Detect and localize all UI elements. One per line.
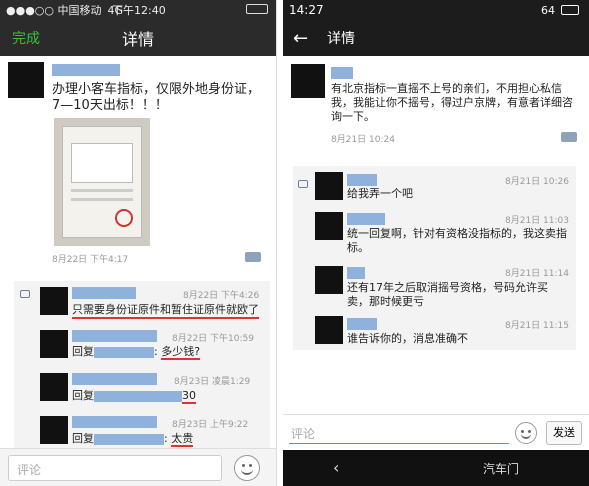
reply-line: 回复: 太贵 <box>72 432 194 447</box>
commenter-name[interactable] <box>72 373 157 385</box>
clock: 14:27 <box>289 3 324 17</box>
commenter-name[interactable] <box>72 416 157 428</box>
commenter-avatar[interactable] <box>315 212 343 240</box>
system-nav-bar: ‹ 汽车门 <box>283 450 589 486</box>
comment-action-icon[interactable] <box>245 252 261 262</box>
post-time: 8月22日 下午4:17 <box>52 255 129 265</box>
reply-prefix: 回复 <box>72 389 94 402</box>
left-screenshot: ●●●○○ 中国移动 4G 下午12:40 完成 详情 办理小客车指标，仅限外地… <box>0 0 277 486</box>
commenter-name[interactable] <box>347 174 377 186</box>
reply-prefix: 回复 <box>72 432 94 445</box>
commenter-avatar[interactable] <box>315 266 343 294</box>
poster-avatar[interactable] <box>291 64 325 98</box>
document-photo <box>62 126 142 238</box>
comment-input[interactable]: 评论 <box>289 422 509 444</box>
commenter-avatar[interactable] <box>40 330 68 358</box>
comment-time: 8月23日 凌晨1:29 <box>174 377 251 387</box>
comment-input[interactable]: 评论 <box>8 455 222 481</box>
commenter-name[interactable] <box>347 267 365 279</box>
page-title: 详情 <box>121 30 154 49</box>
emoji-icon[interactable] <box>515 422 537 444</box>
battery-icon <box>561 5 579 15</box>
post-text: 有北京指标一直摇不上号的亲们，不用担心私信我，我能让你不摇号，得过户京牌，有意者… <box>331 82 573 123</box>
commenter-avatar[interactable] <box>40 416 68 444</box>
post-time: 8月21日 10:24 <box>331 135 395 145</box>
replied-user[interactable] <box>94 390 182 402</box>
comment-time: 8月22日 下午10:59 <box>172 334 254 344</box>
comment-time: 8月21日 10:26 <box>505 177 569 187</box>
comment-icon <box>298 180 308 188</box>
post-text: 办理小客车指标，仅限外地身份证，7—10天出标！！！ <box>52 82 261 113</box>
left-status-bar: ●●●○○ 中国移动 4G 下午12:40 <box>0 0 276 20</box>
right-nav-bar: ← 详情 <box>283 20 589 56</box>
seal-icon <box>115 209 133 227</box>
reply-prefix: 回复 <box>72 345 94 358</box>
commenter-avatar[interactable] <box>315 172 343 200</box>
right-screenshot: 14:27 64 ← 详情 有北京指标一直摇不上号的亲们，不用担心私信我，我能让… <box>283 0 589 486</box>
clock: 下午12:40 <box>112 4 166 17</box>
comment-bar: 评论 <box>0 448 276 486</box>
comment-action-icon[interactable] <box>561 132 577 142</box>
comment-text: 统一回复啊，针对有资格没指标的，我这卖指标。 <box>347 227 567 254</box>
comment-icon <box>20 290 30 298</box>
reply-line: 回复: 多少钱? <box>72 345 201 360</box>
comment-time: 8月21日 11:14 <box>505 269 569 279</box>
comment-time: 8月23日 上午9:22 <box>172 420 249 430</box>
reply-text: 30 <box>182 389 196 404</box>
commenter-avatar[interactable] <box>40 287 68 315</box>
comment-time: 8月21日 11:03 <box>505 216 569 226</box>
commenter-name[interactable] <box>347 213 385 225</box>
poster-avatar[interactable] <box>8 62 44 98</box>
carrier: ●●●○○ 中国移动 <box>6 4 102 17</box>
poster-name[interactable] <box>52 64 120 76</box>
replied-user[interactable] <box>94 433 164 445</box>
post-image[interactable] <box>54 118 150 246</box>
commenter-name[interactable] <box>72 287 136 299</box>
comment-text: 给我弄一个吧 <box>347 187 413 200</box>
commenter-avatar[interactable] <box>40 373 68 401</box>
send-button[interactable]: 发送 <box>546 421 582 445</box>
battery-level: 64 <box>541 3 555 17</box>
poster-name[interactable] <box>331 67 353 79</box>
commenter-name[interactable] <box>347 318 377 330</box>
battery-icon <box>246 4 268 14</box>
reply-text: 多少钱? <box>161 345 201 360</box>
commenter-avatar[interactable] <box>315 316 343 344</box>
nav-back-icon[interactable]: ‹ <box>333 458 339 477</box>
watermark-text: 汽车门 <box>483 462 520 476</box>
comment-bar: 评论 发送 <box>283 414 589 450</box>
right-status-bar: 14:27 64 <box>283 0 589 20</box>
page-title: 详情 <box>327 31 355 47</box>
comment-text: 还有17年之后取消摇号资格，号码允许买卖，那时候更亏 <box>347 281 548 308</box>
back-arrow-icon[interactable]: ← <box>293 28 308 49</box>
comment-text: 只需要身份证原件和暂住证原件就欧了 <box>72 303 259 319</box>
comment-time: 8月22日 下午4:26 <box>183 291 260 301</box>
commenter-name[interactable] <box>72 330 157 342</box>
reply-text: 太贵 <box>171 432 194 447</box>
comment-text: 谁告诉你的，消息准确不 <box>347 332 468 345</box>
left-nav-bar: 完成 详情 <box>0 20 276 56</box>
comment-time: 8月21日 11:15 <box>505 321 569 331</box>
emoji-icon[interactable] <box>234 455 260 481</box>
replied-user[interactable] <box>94 346 154 358</box>
reply-line: 回复 30 <box>72 389 196 404</box>
